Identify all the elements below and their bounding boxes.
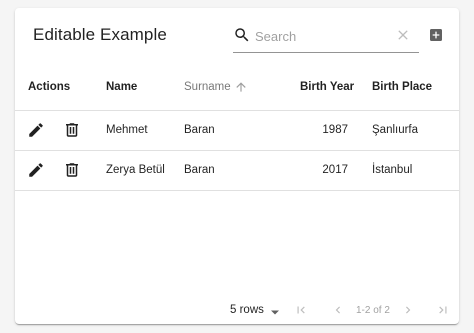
header-surname-label: Surname	[184, 81, 231, 93]
header-name[interactable]: Name	[106, 81, 137, 93]
header-actions: Actions	[28, 81, 71, 93]
search-icon	[235, 28, 249, 42]
next-page-icon[interactable]	[401, 303, 415, 317]
table-pagination: 5 rows 1-2 of 2	[15, 294, 459, 324]
table-title: Editable Example	[33, 25, 167, 44]
rows-per-page-select[interactable]: 5 rows	[230, 304, 264, 316]
edit-icon[interactable]	[27, 161, 45, 179]
table-toolbar: Editable Example	[15, 8, 459, 64]
cell-birth-year: 2017	[322, 164, 348, 176]
header-birth-year[interactable]: Birth Year	[300, 81, 354, 93]
table-header: Actions Name Surname Birth Year Birth Pl…	[15, 64, 459, 111]
edit-icon[interactable]	[27, 121, 45, 139]
table-row: Mehmet Baran 1987 Şanlıurfa	[15, 111, 459, 151]
editable-table-card: Editable Example Actions Name Surname	[15, 8, 459, 324]
page-background: Editable Example Actions Name Surname	[0, 0, 474, 333]
chevron-down-icon[interactable]	[271, 310, 279, 315]
cell-birth-place: Şanlıurfa	[372, 124, 419, 136]
sort-ascending-icon	[236, 82, 246, 92]
cell-birth-year: 1987	[322, 124, 348, 136]
header-surname[interactable]: Surname	[184, 81, 246, 93]
cell-name: Mehmet	[106, 124, 148, 136]
table-row: Zerya Betül Baran 2017 İstanbul	[15, 151, 459, 191]
first-page-icon[interactable]	[294, 303, 308, 317]
page-range: 1-2 of 2	[356, 305, 390, 316]
search-input[interactable]	[255, 25, 385, 47]
cell-name: Zerya Betül	[106, 164, 165, 176]
cell-surname: Baran	[184, 164, 215, 176]
cell-birth-place: İstanbul	[372, 164, 413, 176]
cell-surname: Baran	[184, 124, 215, 136]
last-page-icon[interactable]	[436, 303, 450, 317]
delete-icon[interactable]	[63, 161, 81, 179]
previous-page-icon[interactable]	[331, 303, 345, 317]
add-row-icon[interactable]	[428, 27, 444, 43]
clear-search-icon[interactable]	[395, 27, 411, 43]
header-birth-place[interactable]: Birth Place	[372, 81, 432, 93]
search-box	[233, 24, 419, 53]
delete-icon[interactable]	[63, 121, 81, 139]
